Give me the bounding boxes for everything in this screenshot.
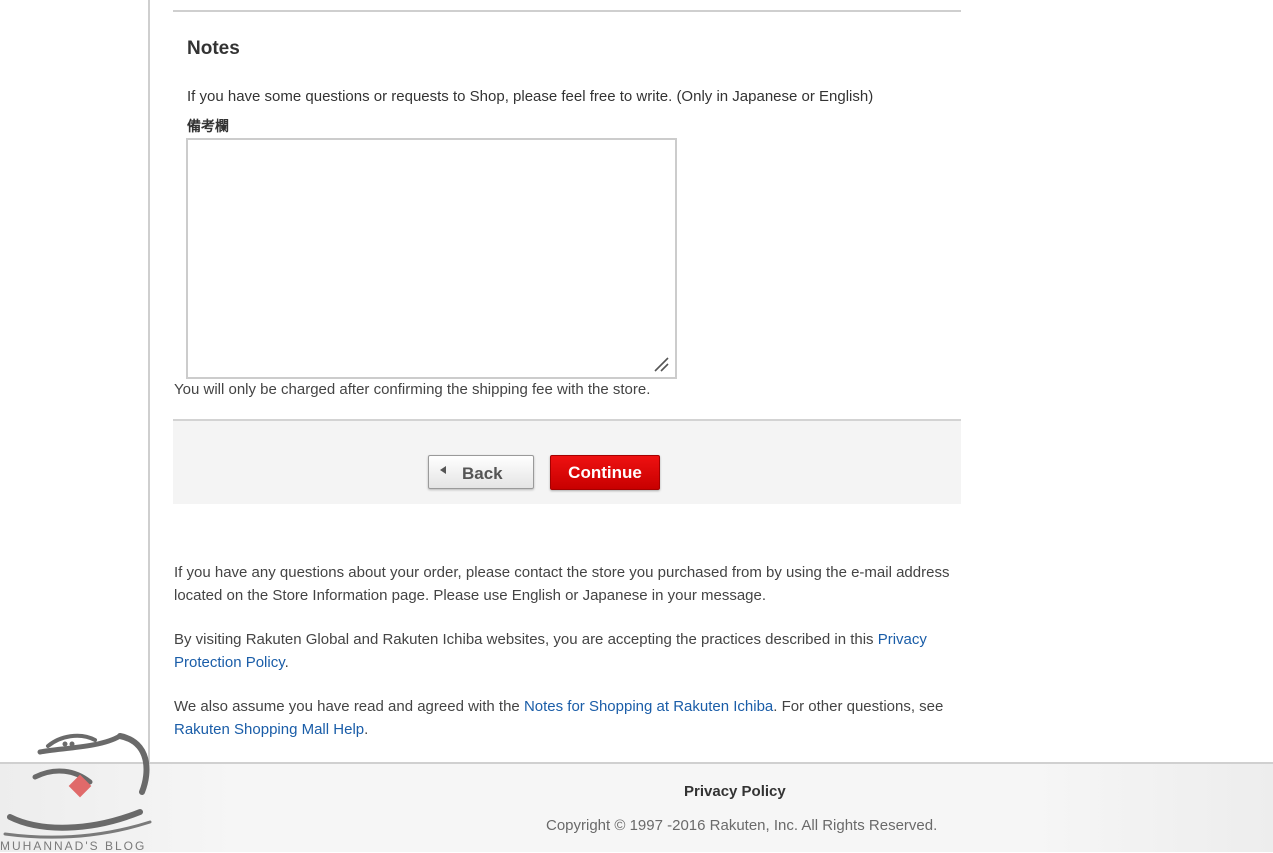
action-button-bar: Back Continue: [173, 419, 961, 504]
notes-field-label: 備考欄: [187, 118, 229, 134]
contact-info-sentence: If you have any questions about your ord…: [174, 564, 950, 604]
notes-heading: Notes: [187, 38, 240, 59]
triangle-left-icon: [440, 466, 446, 474]
terms-prefix-text: We also assume you have read and agreed …: [174, 698, 524, 715]
blog-watermark-logo: [3, 733, 152, 839]
page-footer: Privacy Policy Copyright © 1997 -2016 Ra…: [0, 762, 1273, 852]
shopping-notes-link[interactable]: Notes for Shopping at Rakuten Ichiba: [524, 698, 773, 715]
terms-info-text: We also assume you have read and agreed …: [174, 695, 964, 741]
watermark-caption: MUHANNAD'S BLOG: [0, 839, 147, 853]
terms-suffix-text: .: [364, 721, 369, 738]
terms-middle-text: . For other questions, see: [773, 698, 944, 715]
section-top-divider: [173, 10, 961, 12]
contact-info-text: If you have any questions about your ord…: [174, 561, 964, 607]
privacy-prefix-text: By visiting Rakuten Global and Rakuten I…: [174, 631, 878, 648]
notes-description: If you have some questions or requests t…: [187, 88, 874, 105]
back-button[interactable]: Back: [428, 455, 534, 489]
continue-button-label: Continue: [568, 463, 642, 482]
shipping-charge-note: You will only be charged after confirmin…: [174, 381, 651, 398]
privacy-info-text: By visiting Rakuten Global and Rakuten I…: [174, 628, 964, 674]
copyright-text: Copyright © 1997 -2016 Rakuten, Inc. All…: [546, 817, 938, 834]
back-button-label: Back: [462, 464, 503, 483]
notes-textarea[interactable]: [186, 138, 677, 379]
footer-privacy-policy-link[interactable]: Privacy Policy: [684, 783, 786, 800]
privacy-suffix-text: .: [284, 654, 289, 671]
continue-button[interactable]: Continue: [550, 455, 660, 490]
mall-help-link[interactable]: Rakuten Shopping Mall Help: [174, 721, 364, 738]
